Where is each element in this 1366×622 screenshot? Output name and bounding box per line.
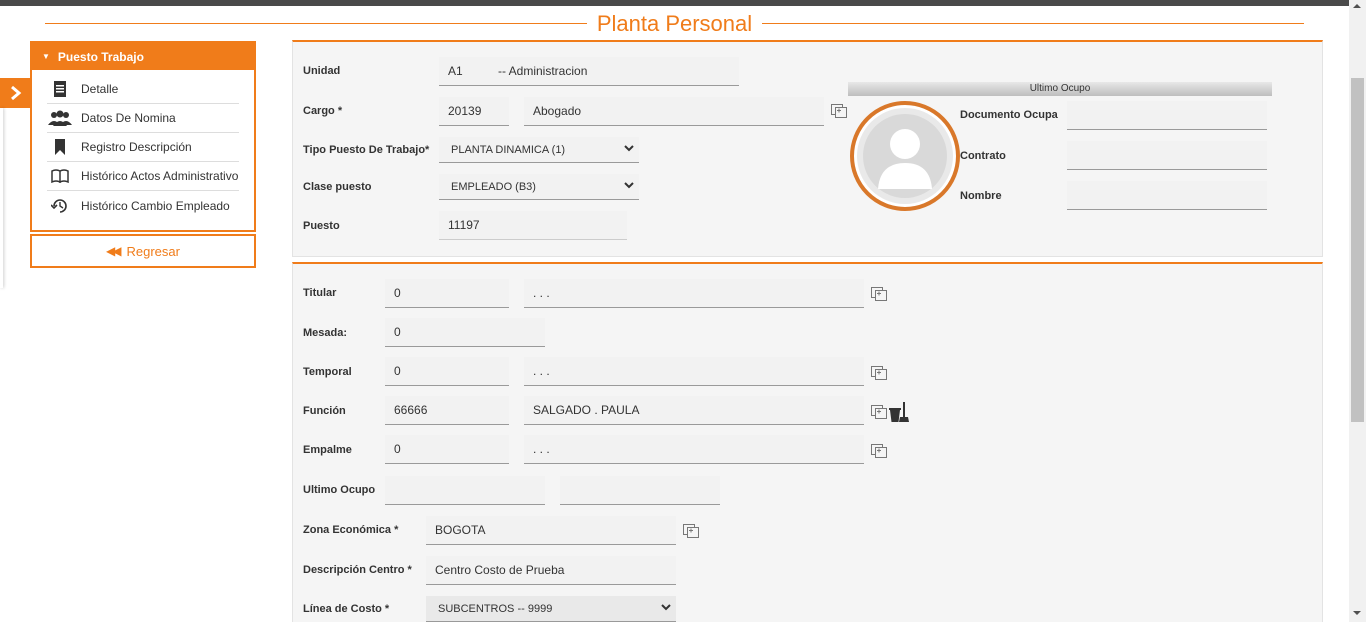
sidebar-item-label: Histórico Cambio Empleado	[81, 198, 230, 213]
ultimo-ocupo-field-1[interactable]	[385, 476, 545, 505]
search-add-icon[interactable]	[683, 524, 699, 538]
sidebar-item-datos-nomina[interactable]: Datos De Nomina	[47, 104, 239, 133]
empalme-label: Empalme	[303, 444, 352, 456]
sidebar-toggle-button[interactable]	[0, 78, 32, 108]
history-icon	[47, 196, 73, 216]
unidad-name: -- Administracion	[498, 64, 588, 78]
tipo-puesto-value: PLANTA DINAMICA (1)	[451, 143, 566, 156]
search-add-icon[interactable]	[831, 104, 847, 118]
panel-header-label: Puesto Trabajo	[57, 49, 144, 64]
sidebar-menu: Detalle Datos De Nomina Registro Descrip…	[32, 70, 254, 220]
sidebar-edge	[0, 108, 3, 288]
clear-broom-icon[interactable]	[888, 401, 910, 423]
document-icon	[47, 79, 73, 99]
funcion-label: Función	[303, 405, 346, 417]
zona-economica-field[interactable]: BOGOTA	[426, 516, 676, 545]
cargo-label: Cargo *	[303, 105, 343, 117]
bookmark-icon	[47, 137, 73, 157]
sidebar-item-detalle[interactable]: Detalle	[47, 75, 239, 104]
sidebar-item-label: Registro Descripción	[81, 140, 192, 154]
search-add-icon[interactable]	[871, 366, 887, 380]
clase-puesto-select[interactable]: EMPLEADO (B3)	[439, 174, 639, 200]
sidebar-item-label: Datos De Nomina	[81, 111, 176, 125]
funcion-code-field[interactable]: 66666	[385, 396, 509, 425]
documento-ocupa-field[interactable]	[1067, 101, 1267, 130]
temporal-name-field[interactable]: . . .	[524, 357, 864, 386]
unidad-code: A1	[448, 64, 463, 78]
descripcion-centro-label: Descripción Centro *	[303, 564, 412, 576]
clase-puesto-value: EMPLEADO (B3)	[451, 180, 536, 193]
ultimo-ocupo-header: Ultimo Ocupo	[848, 82, 1272, 96]
puesto-field[interactable]: 11197	[439, 211, 627, 240]
top-bar	[0, 0, 1366, 6]
sidebar-item-historico-cambio[interactable]: Histórico Cambio Empleado	[47, 191, 239, 220]
cargo-code-field[interactable]: 20139	[439, 97, 509, 126]
chevron-right-icon	[11, 85, 22, 101]
scrollbar-thumb[interactable]	[1351, 78, 1364, 422]
clase-puesto-label: Clase puesto	[303, 181, 372, 193]
puesto-trabajo-panel: ▼ Puesto Trabajo Detalle Datos De Nomina…	[30, 41, 256, 232]
page-title: Planta Personal	[45, 11, 1304, 37]
book-icon	[47, 166, 73, 186]
unidad-field[interactable]: A1 -- Administracion	[439, 57, 739, 86]
linea-costo-select[interactable]: SUBCENTROS -- 9999	[426, 596, 676, 622]
sidebar-item-label: Histórico Actos Administrativo	[81, 169, 239, 183]
vertical-scrollbar[interactable]	[1349, 0, 1366, 622]
tipo-puesto-select[interactable]: PLANTA DINAMICA (1)	[439, 137, 639, 163]
user-placeholder-icon	[863, 114, 947, 198]
contrato-field[interactable]	[1067, 141, 1267, 170]
empalme-code-field[interactable]: 0	[385, 435, 509, 464]
page-title-row: Planta Personal	[45, 10, 1304, 36]
temporal-label: Temporal	[303, 366, 352, 378]
nombre-field[interactable]	[1067, 181, 1267, 210]
scroll-down-arrow-icon[interactable]	[1353, 611, 1361, 615]
sidebar-item-label: Detalle	[81, 82, 119, 96]
funcion-name-field[interactable]: SALGADO . PAULA	[524, 396, 864, 425]
search-add-icon[interactable]	[871, 405, 887, 419]
mesada-field[interactable]: 0	[385, 318, 545, 347]
nombre-label: Nombre	[960, 190, 1002, 202]
documento-ocupa-label: Documento Ocupa	[960, 109, 1058, 121]
unidad-label: Unidad	[303, 65, 341, 77]
temporal-code-field[interactable]: 0	[385, 357, 509, 386]
caret-down-icon: ▼	[42, 52, 50, 61]
linea-costo-value: SUBCENTROS -- 9999	[438, 602, 553, 615]
panel-header[interactable]: ▼ Puesto Trabajo	[32, 43, 254, 70]
search-add-icon[interactable]	[871, 287, 887, 301]
regresar-label: Regresar	[126, 243, 180, 259]
chevron-down-icon	[661, 604, 671, 611]
ultimo-ocupo-field-2[interactable]	[560, 476, 720, 505]
sidebar-item-registro-descripcion[interactable]: Registro Descripción	[47, 133, 239, 162]
chevron-down-icon	[624, 145, 634, 152]
titular-label: Titular	[303, 287, 337, 299]
descripcion-centro-field[interactable]: Centro Costo de Prueba	[426, 556, 676, 585]
ultimo-ocupo-label: Ultimo Ocupo	[303, 484, 376, 496]
linea-costo-label: Línea de Costo *	[303, 603, 390, 615]
regresar-button[interactable]: ◀◀ Regresar	[30, 234, 256, 268]
chevron-down-icon	[624, 182, 634, 189]
contrato-label: Contrato	[960, 150, 1006, 162]
users-icon	[47, 108, 73, 128]
cargo-name-field[interactable]: Abogado	[524, 97, 824, 126]
titular-code-field[interactable]: 0	[385, 279, 509, 308]
search-add-icon[interactable]	[871, 444, 887, 458]
puesto-label: Puesto	[303, 220, 340, 232]
zona-economica-label: Zona Económica *	[303, 524, 399, 536]
scroll-up-arrow-icon[interactable]	[1353, 4, 1361, 8]
tipo-puesto-label: Tipo Puesto De Trabajo*	[303, 144, 430, 156]
rewind-icon: ◀◀	[106, 244, 122, 258]
mesada-label: Mesada:	[303, 327, 348, 339]
empalme-name-field[interactable]: . . .	[524, 435, 864, 464]
sidebar-item-historico-actos[interactable]: Histórico Actos Administrativo	[47, 162, 239, 191]
avatar	[850, 101, 960, 211]
titular-name-field[interactable]: . . .	[524, 279, 864, 308]
